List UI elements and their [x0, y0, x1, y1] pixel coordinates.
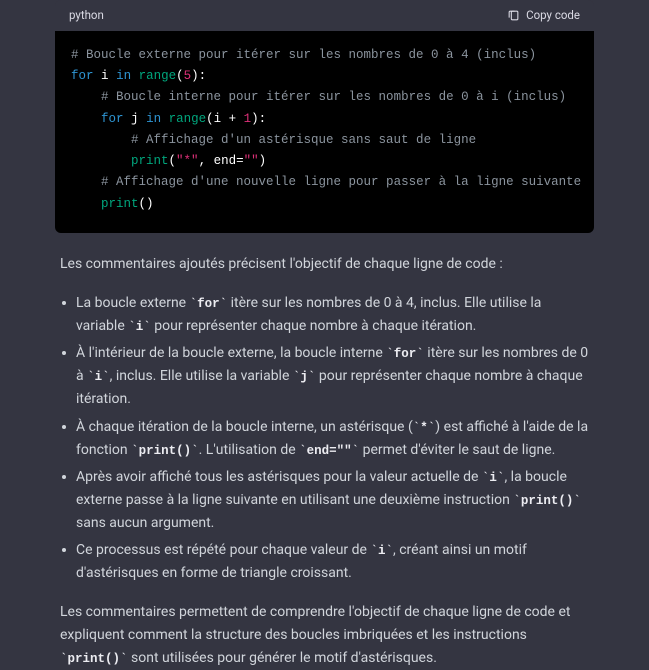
list-item: Ce processus est répété pour chaque vale… — [60, 539, 589, 585]
inline-code: print() — [513, 494, 581, 508]
list-item: À chaque itération de la boucle interne,… — [60, 416, 589, 462]
copy-code-button[interactable]: Copy code — [507, 6, 580, 25]
list-item: À l'intérieur de la boucle externe, la b… — [60, 342, 589, 411]
bullet-list: La boucle externe for itère sur les nomb… — [60, 292, 589, 585]
inline-code: * — [413, 421, 436, 435]
list-item: Après avoir affiché tous les astérisques… — [60, 466, 589, 535]
inline-code: for — [386, 347, 424, 361]
inline-code: for — [190, 297, 228, 311]
clipboard-icon — [507, 9, 520, 22]
language-label: python — [69, 6, 104, 25]
explanation-content: Les commentaires ajoutés précisent l'obj… — [0, 233, 649, 670]
copy-code-label: Copy code — [526, 6, 580, 25]
inline-code: end="" — [299, 444, 359, 458]
list-item: La boucle externe for itère sur les nomb… — [60, 292, 589, 338]
intro-paragraph: Les commentaires ajoutés précisent l'obj… — [60, 253, 589, 276]
inline-code: print() — [60, 652, 128, 666]
code-block: python Copy code # Boucle externe pour i… — [55, 0, 594, 233]
inline-code: i — [482, 471, 505, 485]
code-header: python Copy code — [55, 0, 594, 31]
code-body[interactable]: # Boucle externe pour itérer sur les nom… — [55, 31, 594, 233]
inline-code: i — [128, 320, 151, 334]
inline-code: print() — [131, 444, 199, 458]
inline-code: i — [87, 370, 110, 384]
outro-paragraph: Les commentaires permettent de comprendr… — [60, 601, 589, 670]
inline-code: j — [293, 370, 316, 384]
inline-code: i — [370, 544, 393, 558]
